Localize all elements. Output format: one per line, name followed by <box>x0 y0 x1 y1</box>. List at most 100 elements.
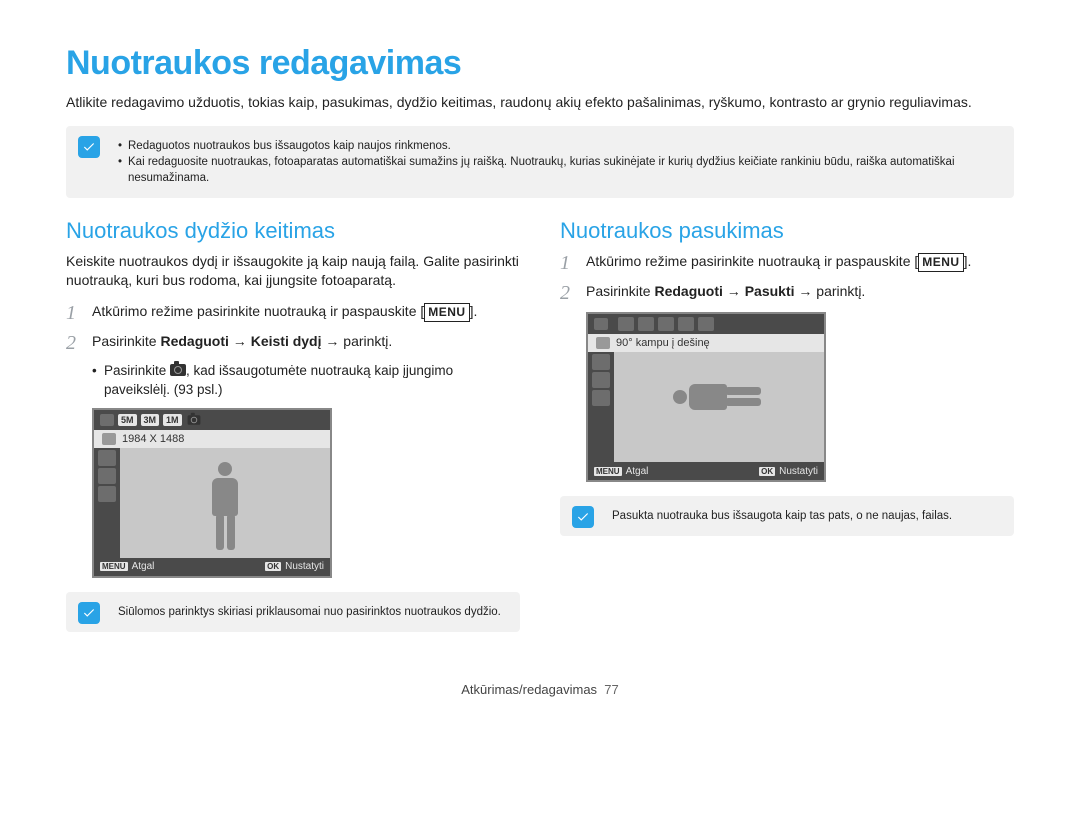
screen-icon <box>100 414 114 426</box>
rotation-label: 90° kampu į dešinę <box>616 337 710 349</box>
left-camera-screen: 5M 3M 1M 1984 X 1488 <box>92 408 332 578</box>
left-step-2-text: Pasirinkite Redaguoti → Keisti dydį → pa… <box>92 332 392 354</box>
top-note-1: Redaguotos nuotraukos bus išsaugotos kai… <box>118 138 1000 154</box>
camera-icon <box>170 364 186 376</box>
top-note-box: Redaguotos nuotraukos bus išsaugotos kai… <box>66 126 1014 198</box>
r2-pre: Pasirinkite <box>586 283 654 299</box>
right-note-box: Pasukta nuotrauka bus išsaugota kaip tas… <box>560 496 1014 536</box>
l2-b1: Redaguoti <box>160 333 228 349</box>
right-screen-foot: MENU Atgal OK Nustatyti <box>588 462 824 480</box>
left-sub-bullets: Pasirinkite , kad išsaugotumėte nuotrauk… <box>92 362 520 400</box>
right-camera-screen: 90° kampu į dešinę <box>586 312 826 482</box>
right-heading: Nuotraukos pasukimas <box>560 218 1014 244</box>
menu-button-label: MENU <box>424 303 469 322</box>
left-side-icons <box>94 448 120 558</box>
flip-h-icon <box>678 317 694 331</box>
left-bullet: Pasirinkite , kad išsaugotumėte nuotrauk… <box>92 362 520 400</box>
right-step-2-text: Pasirinkite Redaguoti → Pasukti → parink… <box>586 282 865 304</box>
right-screen-info: 90° kampu į dešinę <box>588 334 824 352</box>
info-icon <box>78 136 100 158</box>
flip-v-icon <box>698 317 714 331</box>
left-note-box: Siūlomos parinktys skiriasi priklausomai… <box>66 592 520 632</box>
left-step-1: 1 Atkūrimo režime pasirinkite nuotrauką … <box>66 302 520 324</box>
rotate-180-icon <box>658 317 674 331</box>
step-number-2: 2 <box>66 332 92 354</box>
l2-pre: Pasirinkite <box>92 333 160 349</box>
size-badge-5m: 5M <box>118 414 137 426</box>
right-screen-body <box>588 352 824 462</box>
set-label: Nustatyti <box>779 466 818 477</box>
size-badge-3m: 3M <box>141 414 160 426</box>
ok-badge: OK <box>759 467 775 476</box>
back-label: Atgal <box>132 561 155 572</box>
left-note-text: Siūlomos parinktys skiriasi priklausomai… <box>118 604 506 620</box>
back-label: Atgal <box>626 466 649 477</box>
right-note-text: Pasukta nuotrauka bus išsaugota kaip tas… <box>612 508 1000 524</box>
rotate-left-icon <box>638 317 654 331</box>
right-screen-top <box>588 314 824 334</box>
step-number-1: 1 <box>66 302 92 324</box>
intro-text: Atlikite redagavimo užduotis, tokias kai… <box>66 93 1014 112</box>
right-step-1-text: Atkūrimo režime pasirinkite nuotrauką ir… <box>586 252 971 274</box>
right-column: Nuotraukos pasukimas 1 Atkūrimo režime p… <box>560 218 1014 652</box>
l2-post: → parinktį. <box>322 333 393 349</box>
page-footer: Atkūrimas/redagavimas 77 <box>66 682 1014 697</box>
l2-ar1: → <box>229 333 251 349</box>
page-title: Nuotraukos redagavimas <box>66 44 1014 83</box>
ok-badge: OK <box>265 562 281 571</box>
left-heading: Nuotraukos dydžio keitimas <box>66 218 520 244</box>
side-icon <box>98 450 116 466</box>
r2-post: → parinktį. <box>795 283 866 299</box>
period: . <box>474 303 478 319</box>
side-icon <box>592 354 610 370</box>
side-icon <box>98 468 116 484</box>
info-icon-small <box>596 337 610 349</box>
left-screen-foot: MENU Atgal OK Nustatyti <box>94 558 330 576</box>
set-label: Nustatyti <box>285 561 324 572</box>
right-step-1: 1 Atkūrimo režime pasirinkite nuotrauką … <box>560 252 1014 274</box>
r2-ar1: → <box>723 283 745 299</box>
step-number-2: 2 <box>560 282 586 304</box>
left-column: Nuotraukos dydžio keitimas Keiskite nuot… <box>66 218 520 652</box>
left-step-1-text: Atkūrimo režime pasirinkite nuotrauką ir… <box>92 302 477 324</box>
step-number-1: 1 <box>560 252 586 274</box>
top-note-2: Kai redaguosite nuotraukas, fotoaparatas… <box>118 154 1000 186</box>
screen-icon <box>594 318 608 330</box>
r2-b1: Redaguoti <box>654 283 722 299</box>
person-silhouette <box>201 458 249 558</box>
page-root: Nuotraukos redagavimas Atlikite redagavi… <box>0 0 1080 717</box>
rotate-right-icon <box>618 317 634 331</box>
left-body: Keiskite nuotraukos dydį ir išsaugokite … <box>66 252 520 290</box>
columns: Nuotraukos dydžio keitimas Keiskite nuot… <box>66 218 1014 652</box>
right-step-2: 2 Pasirinkite Redaguoti → Pasukti → pari… <box>560 282 1014 304</box>
rotate-options <box>612 317 720 331</box>
period: . <box>968 253 972 269</box>
r1-pre: Atkūrimo režime pasirinkite nuotrauką ir… <box>586 253 914 269</box>
person-silhouette-rotated <box>669 373 769 421</box>
left-screen-body <box>94 448 330 558</box>
side-icon <box>592 372 610 388</box>
side-icon <box>592 390 610 406</box>
info-icon-small <box>102 433 116 445</box>
menu-button-label: MENU <box>918 253 963 272</box>
info-icon <box>78 602 100 624</box>
r2-b2: Pasukti <box>745 283 795 299</box>
left-preview <box>120 448 330 558</box>
right-preview <box>614 352 824 462</box>
left-step1-pre: Atkūrimo režime pasirinkite nuotrauką ir… <box>92 303 420 319</box>
size-badge-1m: 1M <box>163 414 182 426</box>
resolution-label: 1984 X 1488 <box>122 433 184 445</box>
left-screen-info: 1984 X 1488 <box>94 430 330 448</box>
l2-b2: Keisti dydį <box>251 333 322 349</box>
menu-badge: MENU <box>100 562 128 571</box>
lb-pre: Pasirinkite <box>104 363 170 378</box>
footer-page-number: 77 <box>604 682 618 697</box>
footer-section: Atkūrimas/redagavimas <box>461 682 597 697</box>
left-step-2: 2 Pasirinkite Redaguoti → Keisti dydį → … <box>66 332 520 354</box>
left-screen-top: 5M 3M 1M <box>94 410 330 430</box>
side-icon <box>98 486 116 502</box>
right-side-icons <box>588 352 614 462</box>
info-icon <box>572 506 594 528</box>
menu-badge: MENU <box>594 467 622 476</box>
startup-image-icon <box>187 415 200 425</box>
